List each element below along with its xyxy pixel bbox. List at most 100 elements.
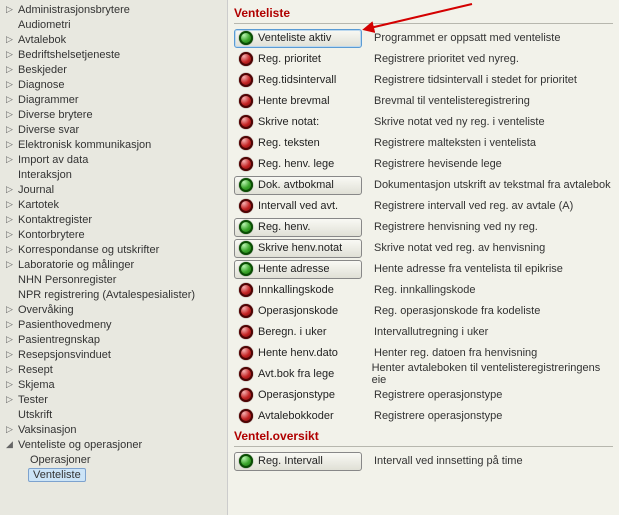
tree-item[interactable]: ▷Pasientregnskap xyxy=(0,332,227,347)
toggle-button[interactable]: Reg.tidsintervall xyxy=(234,71,362,90)
tree-item[interactable]: ▷Laboratorie og målinger xyxy=(0,257,227,272)
tree-item[interactable]: ▷Diverse svar xyxy=(0,122,227,137)
expander-closed-icon[interactable]: ▷ xyxy=(6,79,16,90)
status-off-icon xyxy=(239,94,253,108)
expander-open-icon[interactable]: ◢ xyxy=(6,439,16,450)
expander-closed-icon[interactable]: ▷ xyxy=(6,49,16,60)
tree-item-label: Resept xyxy=(16,364,55,376)
tree-item-label: Avtalebok xyxy=(16,34,68,46)
tree-item[interactable]: ▷Kontorbrytere xyxy=(0,227,227,242)
toggle-button-label: Hente adresse xyxy=(258,263,330,275)
toggle-button[interactable]: Reg. teksten xyxy=(234,134,362,153)
expander-closed-icon[interactable]: ▷ xyxy=(6,109,16,120)
expander-closed-icon[interactable]: ▷ xyxy=(6,349,16,360)
setting-description: Henter avtaleboken til ventelisteregistr… xyxy=(372,362,613,386)
tree-item-label: Laboratorie og målinger xyxy=(16,259,136,271)
toggle-button[interactable]: Avtalebokkoder xyxy=(234,407,362,426)
tree-item-child[interactable]: Venteliste xyxy=(0,467,227,482)
expander-closed-icon[interactable]: ▷ xyxy=(6,379,16,390)
tree-item[interactable]: ▷Diagnose xyxy=(0,77,227,92)
expander-closed-icon[interactable]: ▷ xyxy=(6,139,16,150)
tree-item[interactable]: ▷Import av data xyxy=(0,152,227,167)
tree-item[interactable]: ▷Elektronisk kommunikasjon xyxy=(0,137,227,152)
toggle-button[interactable]: Reg. henv. lege xyxy=(234,155,362,174)
toggle-button[interactable]: Reg. henv. xyxy=(234,218,362,237)
tree-item[interactable]: NHN Personregister xyxy=(0,272,227,287)
expander-closed-icon[interactable]: ▷ xyxy=(6,244,16,255)
expander-closed-icon[interactable]: ▷ xyxy=(6,4,16,15)
tree-item[interactable]: ▷Kontaktregister xyxy=(0,212,227,227)
tree-item[interactable]: ▷Korrespondanse og utskrifter xyxy=(0,242,227,257)
tree-item[interactable]: ▷Vaksinasjon xyxy=(0,422,227,437)
expander-closed-icon[interactable]: ▷ xyxy=(6,199,16,210)
expander-closed-icon[interactable]: ▷ xyxy=(6,259,16,270)
toggle-button[interactable]: Beregn. i uker xyxy=(234,323,362,342)
tree-item-label: Utskrift xyxy=(16,409,54,421)
status-off-icon xyxy=(239,325,253,339)
tree-item[interactable]: ▷Tester xyxy=(0,392,227,407)
toggle-button[interactable]: Hente brevmal xyxy=(234,92,362,111)
expander-closed-icon[interactable]: ▷ xyxy=(6,394,16,405)
expander-closed-icon[interactable]: ▷ xyxy=(6,364,16,375)
toggle-button[interactable]: Operasjonskode xyxy=(234,302,362,321)
toggle-button[interactable]: Operasjonstype xyxy=(234,386,362,405)
setting-description: Brevmal til ventelisteregistrering xyxy=(374,95,530,107)
expander-closed-icon[interactable]: ▷ xyxy=(6,154,16,165)
tree-item[interactable]: Interaksjon xyxy=(0,167,227,182)
expander-closed-icon[interactable]: ▷ xyxy=(6,64,16,75)
tree-item-label: Import av data xyxy=(16,154,90,166)
setting-row: InnkallingskodeReg. innkallingskode xyxy=(234,280,613,300)
tree-item[interactable]: ▷Avtalebok xyxy=(0,32,227,47)
tree-item[interactable]: ▷Administrasjonsbrytere xyxy=(0,2,227,17)
toggle-button[interactable]: Venteliste aktiv xyxy=(234,29,362,48)
setting-description: Skrive notat ved ny reg. i venteliste xyxy=(374,116,545,128)
setting-description: Registrere prioritet ved nyreg. xyxy=(374,53,519,65)
expander-closed-icon[interactable]: ▷ xyxy=(6,229,16,240)
expander-closed-icon[interactable]: ▷ xyxy=(6,94,16,105)
toggle-button[interactable]: Reg. prioritet xyxy=(234,50,362,69)
expander-closed-icon[interactable]: ▷ xyxy=(6,334,16,345)
sidebar-tree[interactable]: ▷AdministrasjonsbrytereAudiometri▷Avtale… xyxy=(0,0,228,515)
toggle-button[interactable]: Intervall ved avt. xyxy=(234,197,362,216)
tree-item[interactable]: ▷Diverse brytere xyxy=(0,107,227,122)
setting-row: Avt.bok fra lege Henter avtaleboken til v… xyxy=(234,364,613,384)
expander-closed-icon[interactable]: ▷ xyxy=(6,304,16,315)
expander-closed-icon[interactable]: ▷ xyxy=(6,319,16,330)
expander-closed-icon[interactable]: ▷ xyxy=(6,34,16,45)
tree-item[interactable]: ▷Pasienthovedmeny xyxy=(0,317,227,332)
expander-closed-icon[interactable]: ▷ xyxy=(6,214,16,225)
setting-row: Reg. tekstenRegistrere malteksten i vent… xyxy=(234,133,613,153)
tree-item[interactable]: ▷Bedriftshelsetjeneste xyxy=(0,47,227,62)
tree-item[interactable]: ▷Skjema xyxy=(0,377,227,392)
tree-item[interactable]: ▷Overvåking xyxy=(0,302,227,317)
tree-item[interactable]: ▷Diagrammer xyxy=(0,92,227,107)
tree-item-label: Overvåking xyxy=(16,304,76,316)
toggle-button[interactable]: Innkallingskode xyxy=(234,281,362,300)
toggle-button[interactable]: Dok. avtbokmal xyxy=(234,176,362,195)
toggle-button[interactable]: Avt.bok fra lege xyxy=(234,365,360,384)
tree-item-child[interactable]: Operasjoner xyxy=(0,452,227,467)
expander-closed-icon[interactable]: ▷ xyxy=(6,424,16,435)
expander-closed-icon[interactable]: ▷ xyxy=(6,184,16,195)
tree-item[interactable]: Audiometri xyxy=(0,17,227,32)
tree-item[interactable]: NPR registrering (Avtalespesialister) xyxy=(0,287,227,302)
tree-item[interactable]: ▷Resept xyxy=(0,362,227,377)
tree-item[interactable]: ▷Beskjeder xyxy=(0,62,227,77)
tree-item-label: Elektronisk kommunikasjon xyxy=(16,139,153,151)
tree-item[interactable]: ◢Venteliste og operasjoner xyxy=(0,437,227,452)
toggle-button[interactable]: Hente adresse xyxy=(234,260,362,279)
tree-item[interactable]: ▷Resepsjonsvinduet xyxy=(0,347,227,362)
tree-item-label: Interaksjon xyxy=(16,169,74,181)
toggle-button[interactable]: Reg. Intervall xyxy=(234,452,362,471)
expander-closed-icon[interactable]: ▷ xyxy=(6,124,16,135)
toggle-button[interactable]: Skrive notat: xyxy=(234,113,362,132)
tree-item[interactable]: Utskrift xyxy=(0,407,227,422)
tree-item[interactable]: ▷Journal xyxy=(0,182,227,197)
tree-item[interactable]: ▷Kartotek xyxy=(0,197,227,212)
toggle-button-label: Hente brevmal xyxy=(258,95,330,107)
status-off-icon xyxy=(239,367,253,381)
toggle-button[interactable]: Skrive henv.notat xyxy=(234,239,362,258)
toggle-button[interactable]: Hente henv.dato xyxy=(234,344,362,363)
tree-item-label: Operasjoner xyxy=(28,454,93,466)
toggle-button-label: Reg. henv. xyxy=(258,221,310,233)
